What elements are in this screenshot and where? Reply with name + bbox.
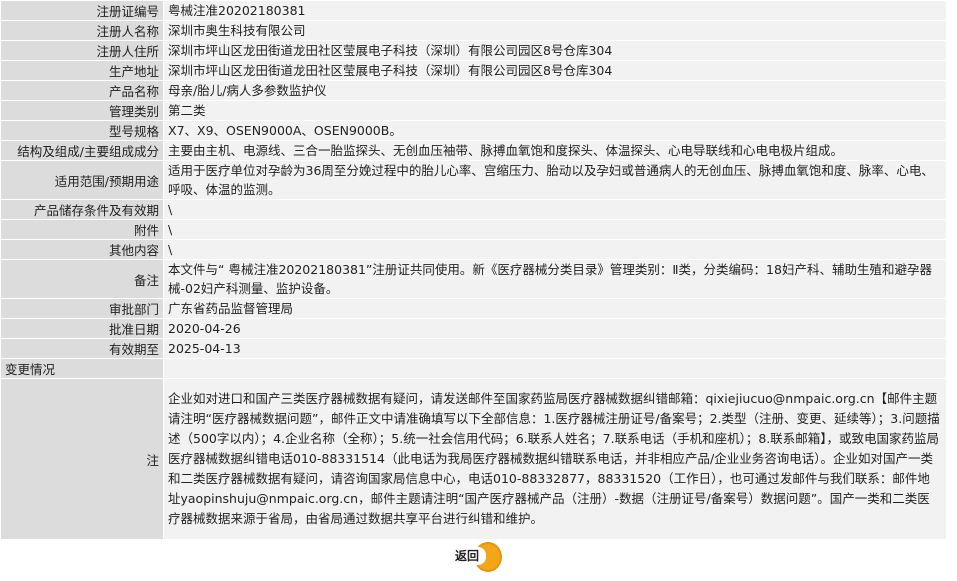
row-label: 适用范围/预期用途 bbox=[0, 160, 164, 200]
row-label: 型号规格 bbox=[0, 120, 164, 141]
row-value: 深圳市奥生科技有限公司 bbox=[163, 20, 947, 41]
table-row: 管理类别 第二类 bbox=[0, 100, 947, 121]
table-row: 产品储存条件及有效期 \ bbox=[0, 199, 947, 220]
row-label: 管理类别 bbox=[0, 100, 164, 121]
table-row: 注册人名称 深圳市奥生科技有限公司 bbox=[0, 20, 947, 41]
row-value: \ bbox=[163, 199, 947, 220]
row-value: 主要由主机、电源线、三合一胎监探头、无创血压袖带、脉搏血氧饱和度探头、体温探头、… bbox=[163, 140, 947, 161]
registration-detail-table: 注册证编号 粤械注准20202180381 注册人名称 深圳市奥生科技有限公司 … bbox=[0, 0, 947, 540]
change-history-value bbox=[163, 358, 947, 379]
row-label: 结构及组成/主要组成成分 bbox=[0, 140, 164, 161]
change-history-label: 变更情况 bbox=[0, 358, 164, 379]
note-row: 注 企业如对进口和国产三类医疗器械数据有疑问，请发送邮件至国家药监局医疗器械数据… bbox=[0, 378, 947, 540]
row-value: X7、X9、OSEN9000A、OSEN9000B。 bbox=[163, 120, 947, 141]
note-label: 注 bbox=[0, 378, 164, 540]
table-row: 适用范围/预期用途 适用于医疗单位对孕龄为36周至分娩过程中的胎儿心率、宫缩压力… bbox=[0, 160, 947, 200]
table-row: 型号规格 X7、X9、OSEN9000A、OSEN9000B。 bbox=[0, 120, 947, 141]
row-value: 2025-04-13 bbox=[163, 338, 947, 359]
table-row: 审批部门 广东省药品监督管理局 bbox=[0, 298, 947, 319]
row-label: 注册证编号 bbox=[0, 0, 164, 21]
table-row: 结构及组成/主要组成成分 主要由主机、电源线、三合一胎监探头、无创血压袖带、脉搏… bbox=[0, 140, 947, 161]
table-row: 产品名称 母亲/胎儿/病人多参数监护仪 bbox=[0, 80, 947, 101]
row-label: 备注 bbox=[0, 259, 164, 299]
row-value: 广东省药品监督管理局 bbox=[163, 298, 947, 319]
row-label: 产品储存条件及有效期 bbox=[0, 199, 164, 220]
row-value: 本文件与“ 粤械注准20202180381”注册证共同使用。新《医疗器械分类目录… bbox=[163, 259, 947, 299]
back-button[interactable]: 返回 bbox=[448, 542, 502, 572]
row-label: 注册人住所 bbox=[0, 40, 164, 61]
table-row: 注册证编号 粤械注准20202180381 bbox=[0, 0, 947, 21]
row-label: 审批部门 bbox=[0, 298, 164, 319]
row-label: 生产地址 bbox=[0, 60, 164, 81]
row-value: 2020-04-26 bbox=[163, 318, 947, 339]
table-row: 注册人住所 深圳市坪山区龙田街道龙田社区莹展电子科技（深圳）有限公司园区8号仓库… bbox=[0, 40, 947, 61]
table-row: 批准日期 2020-04-26 bbox=[0, 318, 947, 339]
table-row: 其他内容 \ bbox=[0, 239, 947, 260]
table-row: 有效期至 2025-04-13 bbox=[0, 338, 947, 359]
row-value: 深圳市坪山区龙田街道龙田社区莹展电子科技（深圳）有限公司园区8号仓库304 bbox=[163, 60, 947, 81]
row-value: 粤械注准20202180381 bbox=[163, 0, 947, 21]
row-label: 注册人名称 bbox=[0, 20, 164, 41]
table-row: 备注 本文件与“ 粤械注准20202180381”注册证共同使用。新《医疗器械分… bbox=[0, 259, 947, 299]
row-value: 母亲/胎儿/病人多参数监护仪 bbox=[163, 80, 947, 101]
change-history-row: 变更情况 bbox=[0, 358, 947, 379]
back-button-label: 返回 bbox=[448, 547, 486, 565]
note-text: 企业如对进口和国产三类医疗器械数据有疑问，请发送邮件至国家药监局医疗器械数据纠错… bbox=[163, 378, 947, 540]
row-label: 其他内容 bbox=[0, 239, 164, 260]
detail-panel: 注册证编号 粤械注准20202180381 注册人名称 深圳市奥生科技有限公司 … bbox=[0, 0, 947, 572]
row-label: 附件 bbox=[0, 219, 164, 240]
row-label: 产品名称 bbox=[0, 80, 164, 101]
row-label: 有效期至 bbox=[0, 338, 164, 359]
table-row: 附件 \ bbox=[0, 219, 947, 240]
row-value: 深圳市坪山区龙田街道龙田社区莹展电子科技（深圳）有限公司园区8号仓库304 bbox=[163, 40, 947, 61]
footer: 返回 bbox=[0, 540, 947, 572]
row-value: \ bbox=[163, 239, 947, 260]
table-row: 生产地址 深圳市坪山区龙田街道龙田社区莹展电子科技（深圳）有限公司园区8号仓库3… bbox=[0, 60, 947, 81]
row-value: \ bbox=[163, 219, 947, 240]
row-label: 批准日期 bbox=[0, 318, 164, 339]
row-value: 第二类 bbox=[163, 100, 947, 121]
row-value: 适用于医疗单位对孕龄为36周至分娩过程中的胎儿心率、宫缩压力、胎动以及孕妇或普通… bbox=[163, 160, 947, 200]
